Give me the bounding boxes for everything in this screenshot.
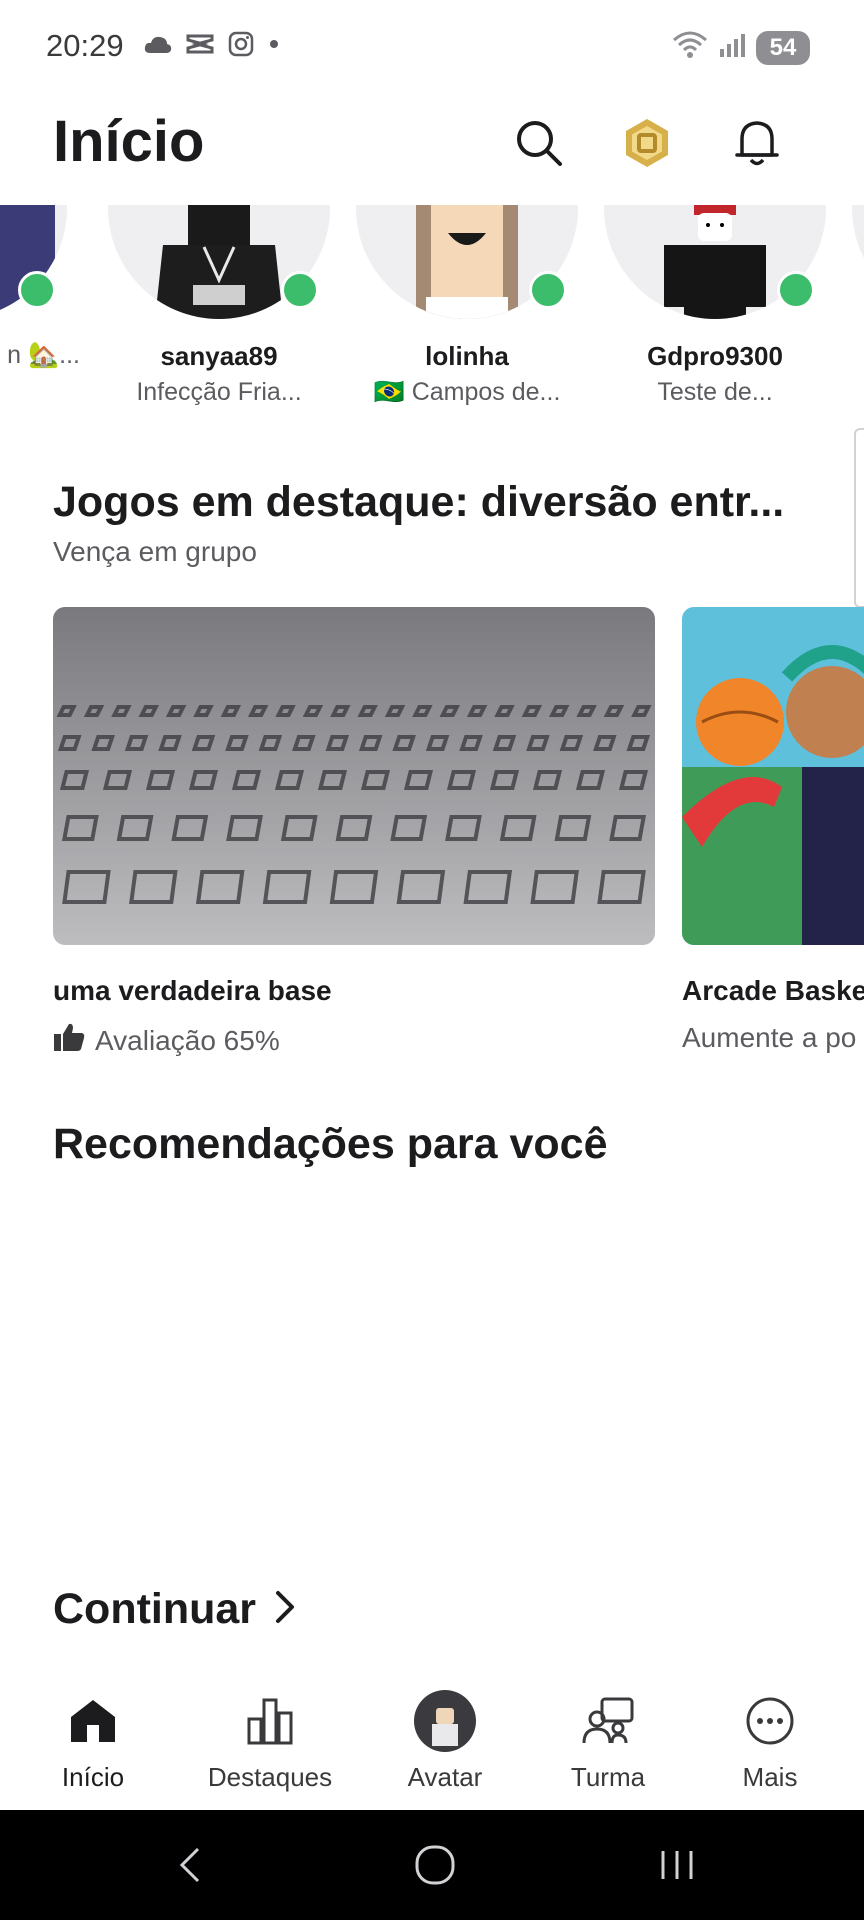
search-icon[interactable] — [512, 116, 566, 170]
nav-label: Mais — [742, 1762, 798, 1792]
dot-icon — [267, 37, 281, 56]
signal-icon — [718, 31, 746, 64]
friend-card[interactable]: n 🏡... — [0, 205, 80, 370]
friend-status: 🇧🇷 Campos de... — [373, 378, 561, 405]
nav-item-turma[interactable]: Turma — [533, 1690, 683, 1793]
nav-item-avatar[interactable]: Avatar — [370, 1690, 520, 1793]
game-thumbnail[interactable] — [682, 607, 864, 945]
brazil-flag-icon: 🇧🇷 — [373, 378, 405, 405]
status-time: 20:29 — [46, 28, 124, 63]
home-icon — [18, 1690, 168, 1752]
bell-icon[interactable] — [730, 116, 784, 170]
online-status-dot — [18, 271, 56, 309]
online-status-dot — [281, 271, 319, 309]
robux-icon[interactable] — [620, 116, 674, 170]
nav-label: Início — [61, 1762, 125, 1792]
avatar-icon — [370, 1690, 520, 1752]
nav-item-mais[interactable]: Mais — [695, 1690, 845, 1793]
chart-icon — [195, 1690, 345, 1752]
system-icons: 54 — [672, 30, 810, 65]
friend-status: n 🏡... — [7, 341, 80, 369]
wifi-icon — [672, 30, 708, 65]
group-icon — [533, 1690, 683, 1752]
game-title[interactable]: Arcade Baske — [682, 975, 864, 1007]
battery-icon: 54 — [756, 30, 810, 65]
friend-card[interactable]: sanyaa89 Infecção Fria... — [95, 205, 343, 405]
featured-section-subtitle: Vença em grupo — [53, 536, 257, 567]
featured-section-title[interactable]: Jogos em destaque: diversão entr... — [53, 478, 784, 527]
friend-card[interactable]: lolinha 🇧🇷 Campos de... — [343, 205, 591, 405]
capcut-icon — [185, 32, 215, 61]
nav-label: Avatar — [407, 1762, 483, 1792]
nav-item-home[interactable]: Início — [18, 1690, 168, 1793]
nav-label: Turma — [570, 1762, 646, 1792]
thumbs-up-icon — [53, 1022, 85, 1059]
game-thumbnail[interactable] — [53, 607, 655, 945]
back-icon[interactable] — [170, 1840, 210, 1890]
game-title[interactable]: uma verdadeira base — [53, 975, 332, 1007]
recent-apps-icon[interactable] — [655, 1840, 699, 1890]
friend-card[interactable] — [839, 205, 864, 319]
bottom-navigation: Início Destaques Avatar Turma Mais — [0, 1676, 864, 1810]
chevron-right-icon — [274, 1589, 296, 1630]
notification-icons — [143, 30, 281, 63]
friend-card[interactable]: Gdpro9300 Teste de... — [591, 205, 839, 405]
game-subtitle: Aumente a po — [682, 1022, 857, 1053]
continue-link[interactable]: Continuar — [53, 1585, 296, 1634]
status-bar: 20:29 54 — [0, 0, 864, 96]
online-status-dot — [529, 271, 567, 309]
friends-carousel[interactable]: n 🏡... sanyaa89 Infecção Fria... lolinha — [0, 205, 864, 405]
game-rating: Avaliação 65% — [53, 1022, 280, 1059]
friend-status: Teste de... — [657, 378, 773, 405]
home-button-icon[interactable] — [410, 1840, 460, 1890]
recommendations-title: Recomendações para você — [53, 1120, 608, 1168]
online-status-dot — [777, 271, 815, 309]
friend-status: Infecção Fria... — [136, 378, 302, 405]
friend-avatar[interactable] — [852, 205, 864, 319]
friend-name: sanyaa89 — [160, 341, 278, 371]
nav-item-destaques[interactable]: Destaques — [195, 1690, 345, 1793]
instagram-icon — [227, 30, 255, 63]
friend-name: Gdpro9300 — [647, 341, 783, 371]
more-icon — [695, 1690, 845, 1752]
page-title: Início — [53, 109, 205, 174]
scroll-indicator — [854, 428, 864, 608]
system-navigation-bar — [0, 1810, 864, 1920]
friend-name: lolinha — [425, 341, 509, 371]
cloud-icon — [143, 33, 173, 60]
nav-label: Destaques — [207, 1762, 333, 1792]
continue-label: Continuar — [53, 1585, 257, 1633]
